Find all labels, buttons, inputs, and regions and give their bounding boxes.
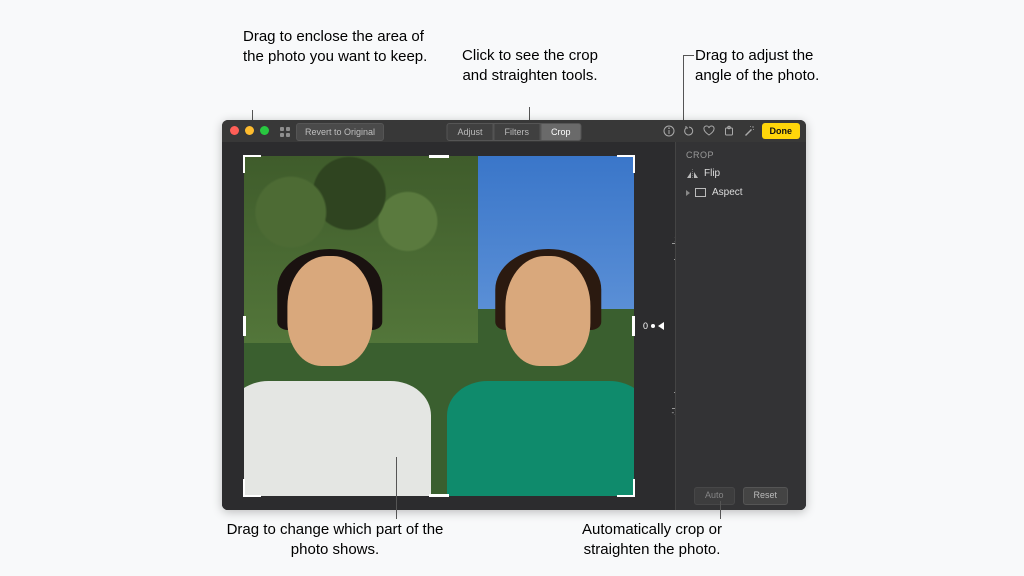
aspect-label: Aspect xyxy=(712,187,743,198)
window-titlebar: Revert to Original Adjust Filters Crop xyxy=(222,120,806,142)
callout-angle: Drag to adjust the angle of the photo. xyxy=(695,46,835,87)
fullscreen-icon[interactable] xyxy=(260,126,269,135)
aspect-icon xyxy=(694,188,706,197)
done-button[interactable]: Done xyxy=(762,123,801,139)
info-icon[interactable] xyxy=(662,124,676,138)
flip-icon xyxy=(686,169,698,179)
rotate-icon[interactable] xyxy=(682,124,696,138)
callout-line xyxy=(396,457,397,519)
tab-crop[interactable]: Crop xyxy=(540,123,582,141)
dial-pointer-icon xyxy=(658,322,664,330)
callout-crop-area: Drag to enclose the area of the photo yo… xyxy=(243,27,433,68)
callout-line xyxy=(720,501,721,519)
favorite-icon[interactable] xyxy=(702,124,716,138)
tab-filters[interactable]: Filters xyxy=(494,123,541,141)
photos-edit-window: Revert to Original Adjust Filters Crop xyxy=(222,120,806,510)
callout-line xyxy=(684,55,694,56)
flip-control[interactable]: Flip xyxy=(676,164,806,183)
flip-label: Flip xyxy=(704,168,720,179)
dial-value-label: 0 xyxy=(643,321,648,331)
chevron-right-icon xyxy=(686,190,690,196)
crop-sidebar: CROP Flip Aspect Auto Reset xyxy=(675,142,806,510)
aspect-control[interactable]: Aspect xyxy=(676,183,806,202)
callout-crop-tools: Click to see the crop and straighten too… xyxy=(450,46,610,87)
grid-view-icon[interactable] xyxy=(278,125,292,139)
minimize-icon[interactable] xyxy=(245,126,254,135)
enhance-icon[interactable] xyxy=(742,124,756,138)
sidebar-title: CROP xyxy=(676,142,806,164)
close-icon[interactable] xyxy=(230,126,239,135)
photo-image[interactable] xyxy=(244,156,634,496)
callout-reposition: Drag to change which part of the photo s… xyxy=(220,520,450,561)
sidebar-footer: Auto Reset xyxy=(676,482,806,510)
edit-mode-tabs: Adjust Filters Crop xyxy=(446,123,581,141)
photo-canvas[interactable]: 10 5 -5 -10 0 xyxy=(222,142,675,510)
tab-adjust[interactable]: Adjust xyxy=(446,123,493,141)
callout-auto: Automatically crop or straighten the pho… xyxy=(547,520,757,561)
dial-value[interactable]: 0 xyxy=(643,321,664,331)
revert-button[interactable]: Revert to Original xyxy=(296,123,384,141)
extensions-icon[interactable] xyxy=(722,124,736,138)
reset-button[interactable]: Reset xyxy=(743,487,789,505)
auto-button[interactable]: Auto xyxy=(694,487,735,505)
window-controls[interactable] xyxy=(230,126,269,135)
